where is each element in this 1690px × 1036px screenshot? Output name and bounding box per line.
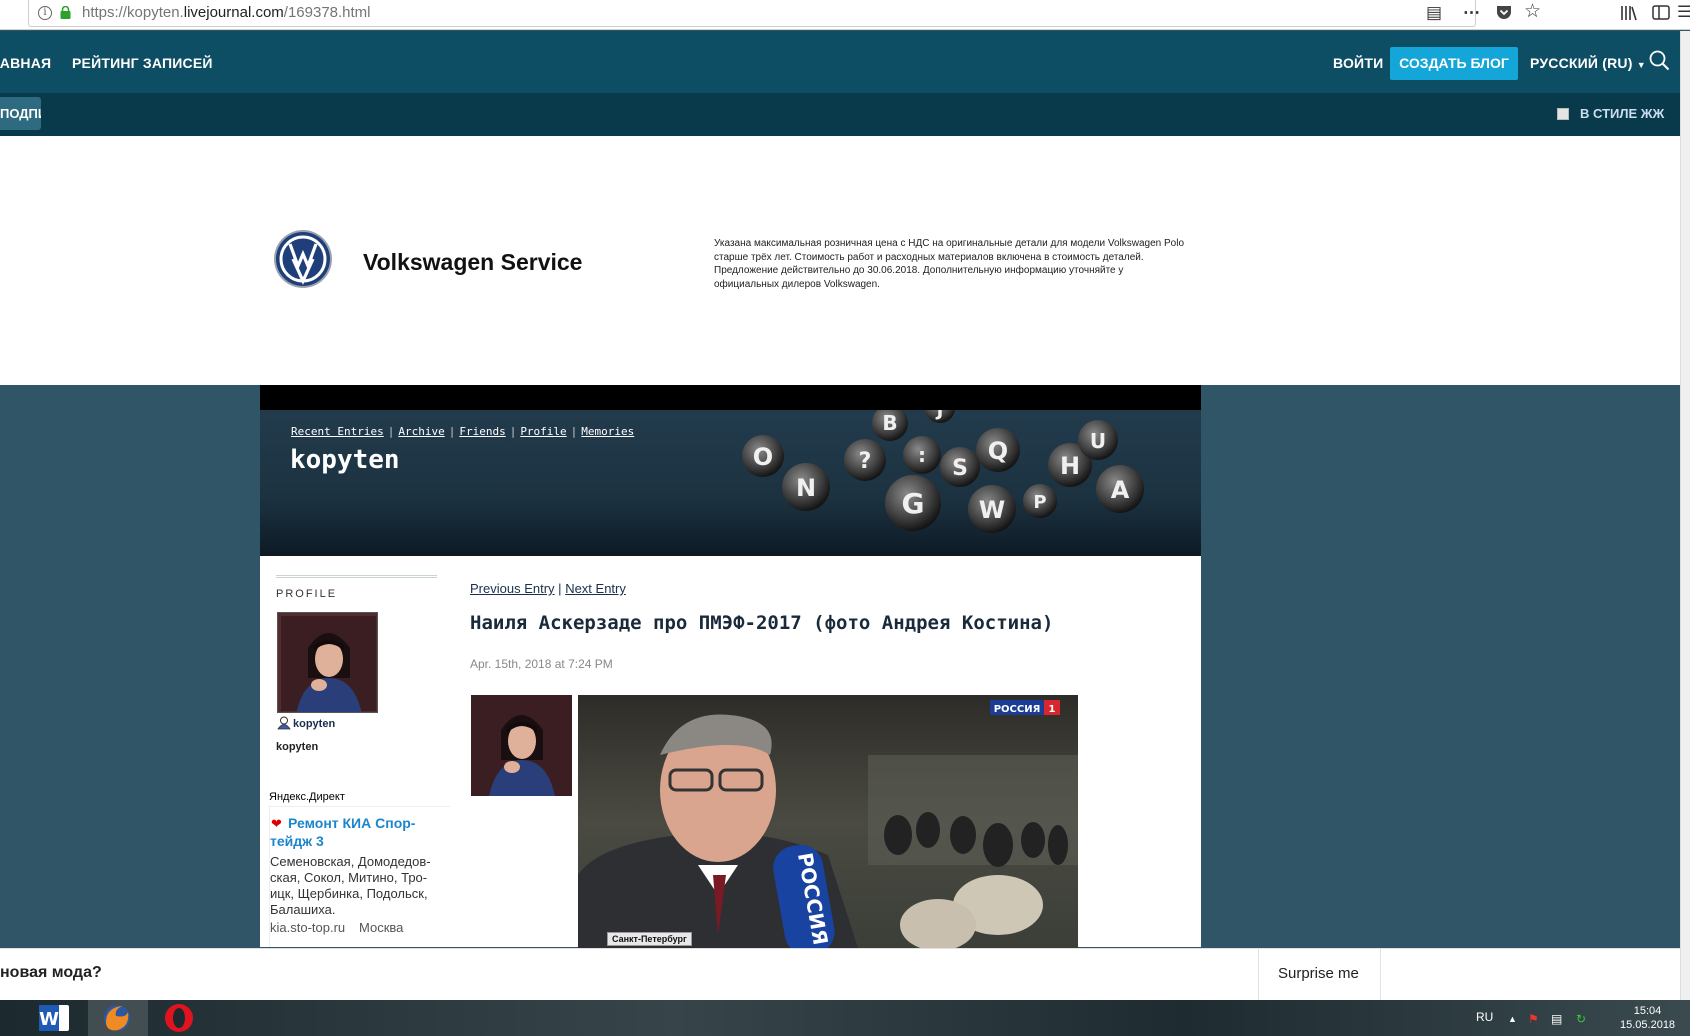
username-link[interactable]: kopyten bbox=[293, 718, 335, 730]
entry-photo[interactable]: РОССИЯ bbox=[578, 695, 1078, 948]
reader-icon[interactable]: ▤ bbox=[1426, 3, 1442, 23]
subscribe-button[interactable]: ПОДПИСАТЬСЯ bbox=[0, 97, 41, 130]
userpic-image bbox=[471, 695, 572, 796]
location-tag: Санкт-Петербург bbox=[607, 932, 692, 946]
entry-nav-separator: | bbox=[558, 581, 562, 596]
bottom-bar bbox=[0, 948, 1680, 1000]
svg-text:Q: Q bbox=[988, 437, 1008, 465]
login-link[interactable]: ВОЙТИ bbox=[1333, 55, 1383, 71]
yandex-direct-heading[interactable]: Яндекс.Директ bbox=[269, 791, 345, 803]
nav-memories[interactable]: Memories bbox=[581, 425, 634, 438]
svg-text:B: B bbox=[882, 411, 897, 435]
bottom-divider bbox=[1258, 948, 1259, 1000]
svg-text::: : bbox=[918, 443, 926, 467]
svg-text:W: W bbox=[39, 1009, 59, 1030]
entry-title: Наиля Аскерзаде про ПМЭФ-2017 (фото Андр… bbox=[470, 612, 1054, 634]
svg-text:1: 1 bbox=[1049, 704, 1056, 715]
entry-userpic[interactable] bbox=[471, 695, 572, 796]
profile-heading: PROFILE bbox=[276, 588, 338, 600]
next-entry-link[interactable]: Next Entry bbox=[565, 581, 626, 596]
lj-style-checkbox[interactable] bbox=[1557, 108, 1569, 120]
svg-text:N: N bbox=[796, 474, 816, 502]
bottom-question[interactable]: новая мода? bbox=[0, 964, 102, 982]
pocket-icon[interactable] bbox=[1496, 5, 1512, 20]
opera-icon[interactable] bbox=[162, 1002, 196, 1034]
svg-text:РОССИЯ: РОССИЯ bbox=[994, 704, 1041, 715]
sync-icon[interactable]: ↻ bbox=[1576, 1012, 1586, 1026]
create-blog-button[interactable]: СОЗДАТЬ БЛОГ bbox=[1390, 47, 1518, 80]
nav-archive[interactable]: Archive bbox=[398, 425, 444, 438]
taskbar bbox=[0, 1000, 1690, 1036]
nav-main[interactable]: ГЛАВНАЯ bbox=[0, 55, 51, 71]
tv-channel-badge: РОССИЯ 1 bbox=[990, 700, 1060, 715]
nav-rating[interactable]: РЕЙТИНГ ЗАПИСЕЙ bbox=[72, 55, 213, 71]
ad-disclaimer: Указана максимальная розничная цена с НД… bbox=[714, 238, 1185, 290]
previous-entry-link[interactable]: Previous Entry bbox=[470, 581, 555, 596]
sidebar-icon[interactable] bbox=[1652, 5, 1670, 20]
yandex-ad-url[interactable]: kia.sto-top.ru bbox=[270, 920, 345, 935]
info-icon[interactable]: i bbox=[38, 6, 52, 20]
bottom-divider-right bbox=[1380, 948, 1381, 1000]
user-icon[interactable] bbox=[277, 716, 291, 730]
blog-nav: Recent Entries | Archive | Friends | Profile | M… bbox=[291, 425, 635, 438]
library-icon[interactable] bbox=[1620, 5, 1638, 21]
flag-icon[interactable]: ⚑ bbox=[1528, 1012, 1539, 1026]
header-band bbox=[260, 385, 1201, 410]
start-button[interactable] bbox=[0, 1002, 6, 1034]
svg-text:U: U bbox=[1090, 429, 1106, 453]
photo-image: РОССИЯ bbox=[578, 695, 1078, 948]
surprise-me-button[interactable]: Surprise me bbox=[1278, 965, 1359, 982]
ad-title[interactable]: Volkswagen Service bbox=[363, 249, 582, 276]
svg-text:J: J bbox=[935, 410, 944, 421]
entry-nav: Previous Entry | Next Entry bbox=[470, 581, 626, 596]
svg-text:P: P bbox=[1033, 492, 1046, 513]
blog-title[interactable]: kopyten bbox=[290, 445, 400, 475]
avatar-image bbox=[278, 613, 377, 712]
url-text[interactable]: https://kopyten.livejournal.com/169378.h… bbox=[82, 4, 371, 21]
nav-profile[interactable]: Profile bbox=[520, 425, 566, 438]
chevron-down-icon: ▼ bbox=[1636, 60, 1646, 70]
nav-friends[interactable]: Friends bbox=[459, 425, 505, 438]
entry-date: Apr. 15th, 2018 at 7:24 PM bbox=[470, 657, 613, 671]
sidebar-divider bbox=[276, 575, 437, 578]
yandex-ad-title[interactable]: Ремонт КИА Спор-тейдж 3 bbox=[270, 814, 440, 850]
tray-expand-icon[interactable]: ▲ bbox=[1508, 1014, 1517, 1024]
language-indicator[interactable]: RU bbox=[1476, 1010, 1493, 1024]
yandex-ad-city: Москва bbox=[359, 920, 404, 935]
menu-icon[interactable]: ☰ bbox=[1677, 3, 1690, 23]
bookmark-star-icon[interactable]: ☆ bbox=[1524, 2, 1541, 22]
nav-recent-entries[interactable]: Recent Entries bbox=[291, 425, 384, 438]
svg-text:A: A bbox=[1111, 476, 1130, 504]
clock[interactable]: 15:04 15.05.2018 bbox=[1620, 1004, 1675, 1032]
search-icon[interactable] bbox=[1649, 50, 1670, 71]
svg-text:G: G bbox=[902, 487, 925, 520]
volkswagen-logo bbox=[274, 230, 332, 288]
svg-text:S: S bbox=[952, 456, 968, 481]
svg-text:W: W bbox=[979, 496, 1005, 524]
firefox-icon[interactable] bbox=[100, 1002, 134, 1034]
lj-sub-nav bbox=[0, 93, 1690, 136]
word-icon[interactable]: W bbox=[37, 1002, 71, 1034]
avatar[interactable] bbox=[277, 612, 378, 713]
profile-name: kopyten bbox=[276, 741, 319, 753]
page-scrollbar[interactable] bbox=[1680, 31, 1690, 1000]
svg-text:?: ? bbox=[859, 449, 872, 474]
svg-text:O: O bbox=[753, 443, 773, 471]
network-icon[interactable]: ▤ bbox=[1551, 1012, 1562, 1026]
lj-style-label[interactable]: В СТИЛЕ ЖЖ bbox=[1580, 106, 1664, 121]
keyboard-keys-art: O N ? B : J G S Q W P H U A bbox=[742, 410, 1144, 533]
svg-text:H: H bbox=[1060, 452, 1080, 480]
language-select[interactable]: РУССКИЙ (RU) ▼ bbox=[1530, 55, 1646, 71]
yandex-ad-description[interactable]: Семеновская, Домодедов-ская, Сокол, Мити… bbox=[270, 854, 440, 918]
more-icon[interactable]: ⋯ bbox=[1463, 3, 1480, 23]
lock-icon bbox=[60, 6, 71, 19]
